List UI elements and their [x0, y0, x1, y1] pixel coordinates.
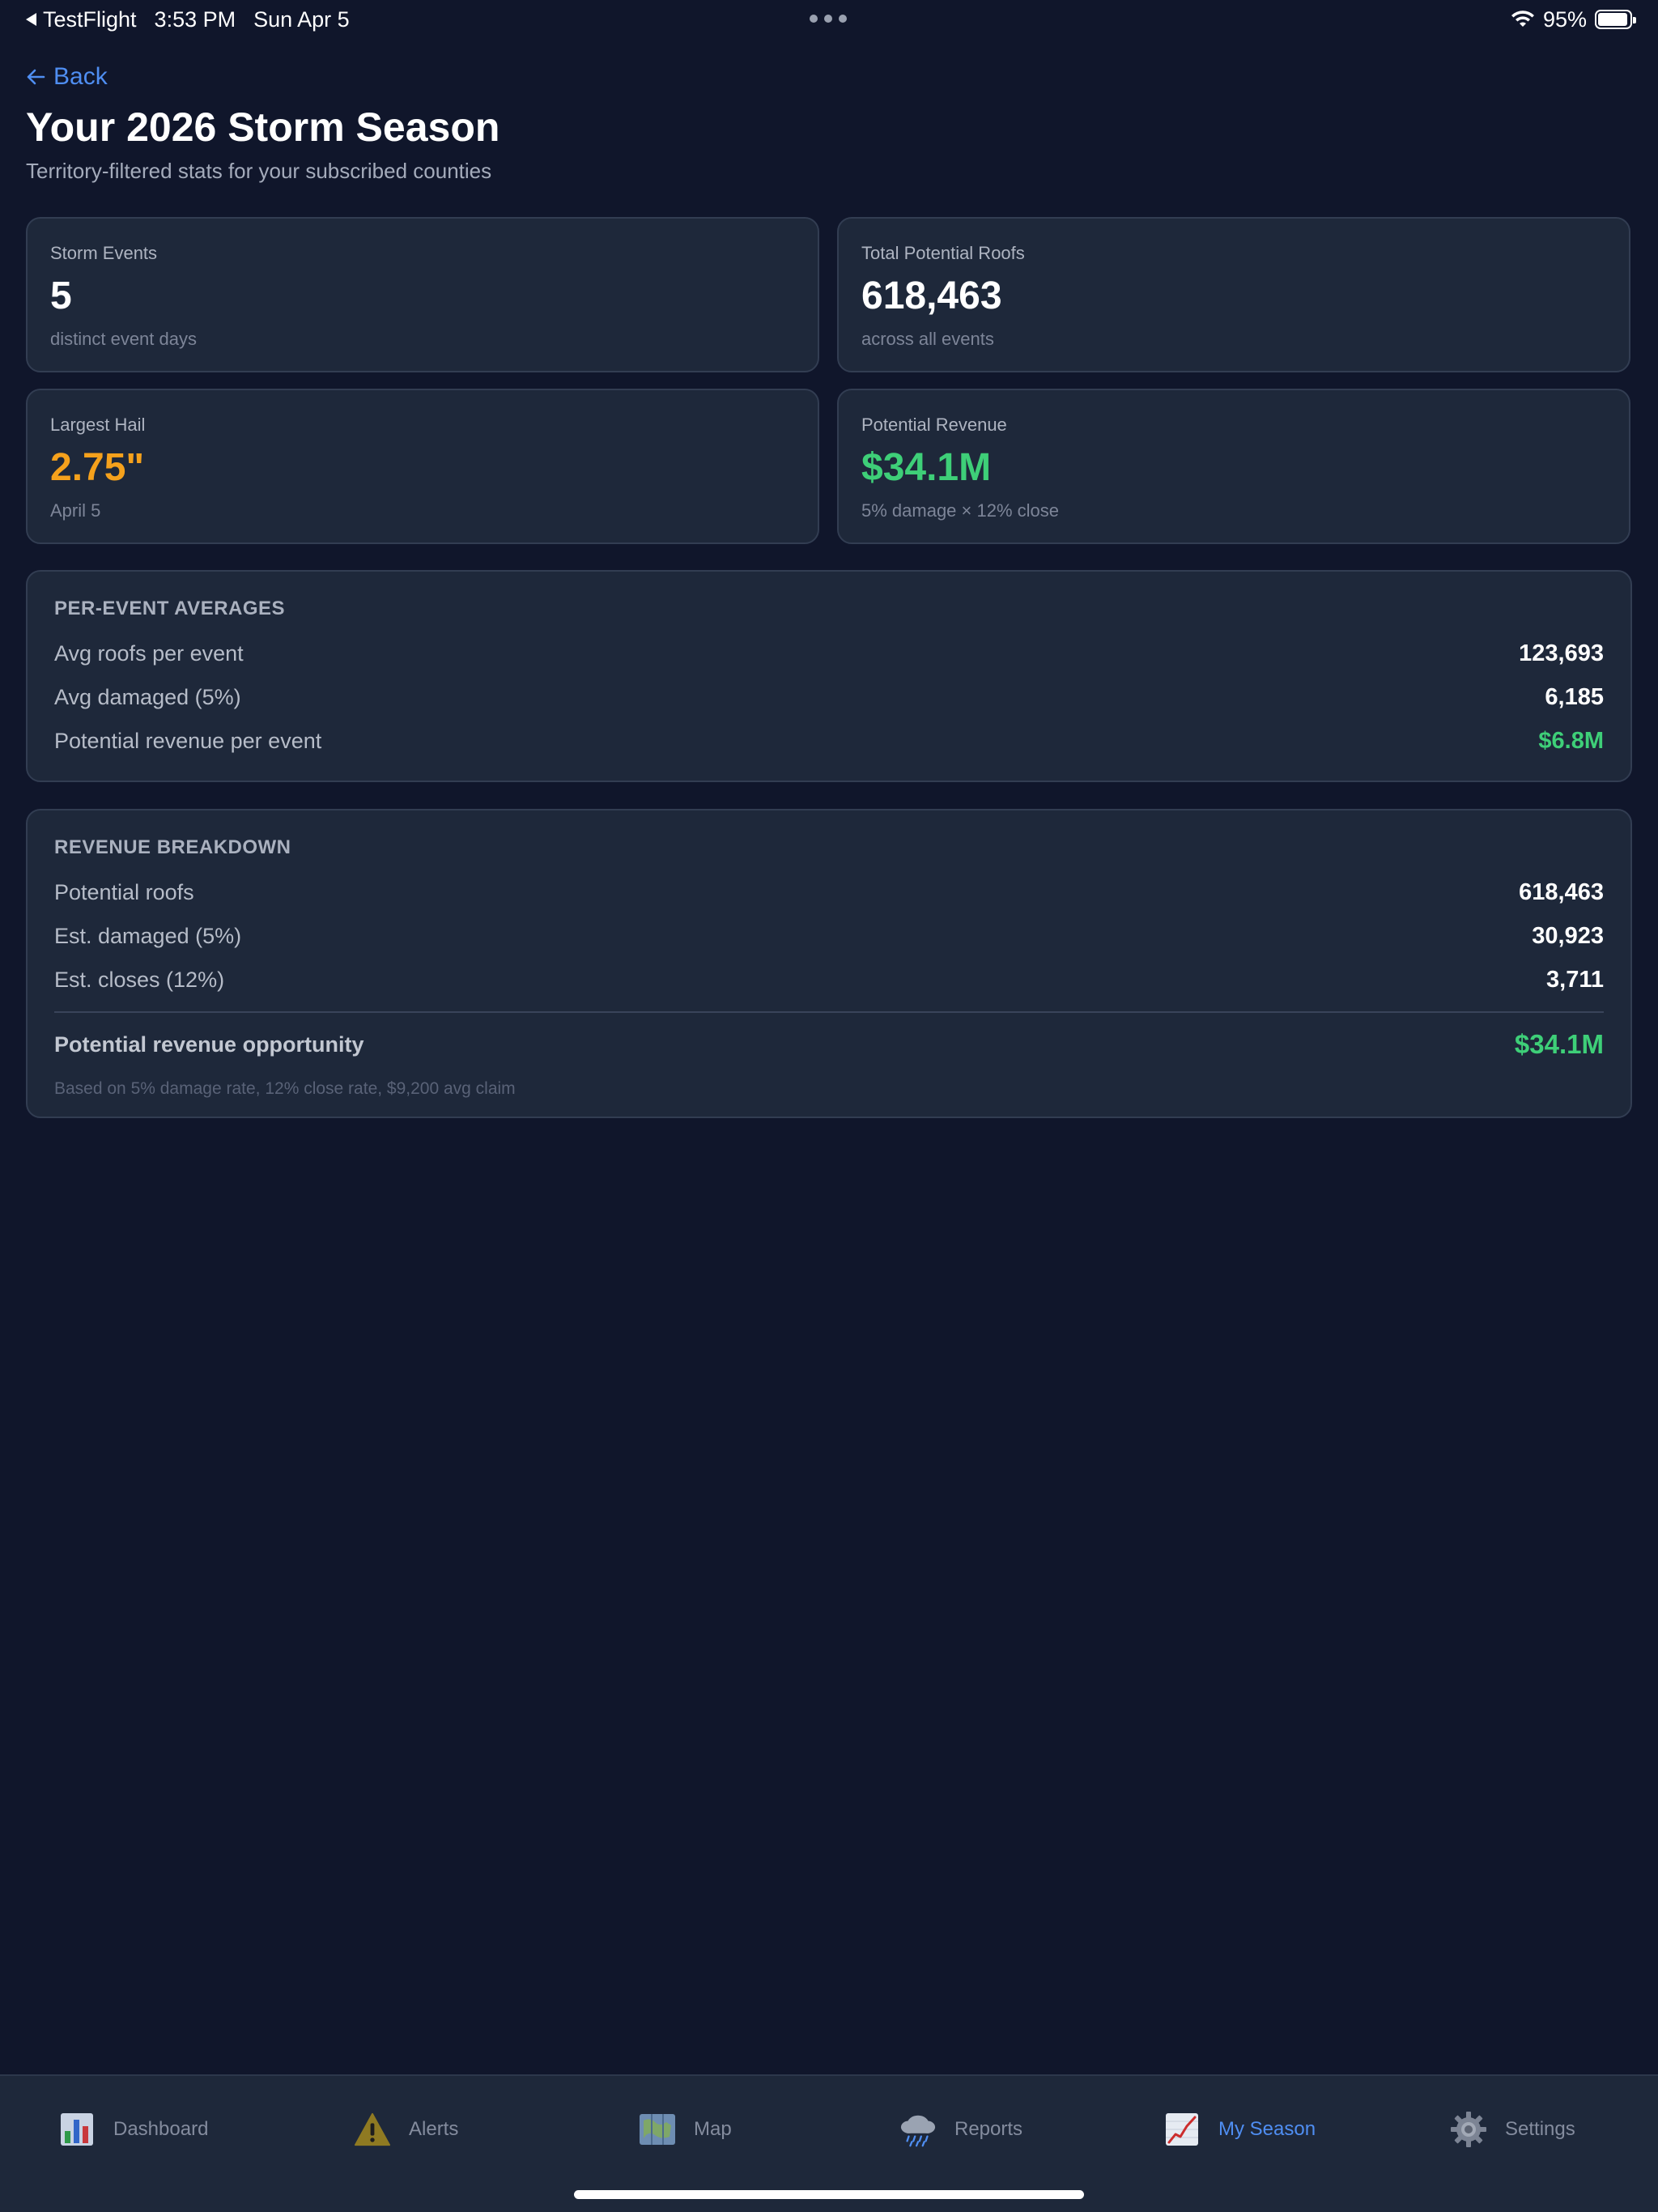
row-label: Est. closes (12%): [54, 967, 225, 992]
row-label: Est. damaged (5%): [54, 923, 242, 948]
total-label: Potential revenue opportunity: [54, 1032, 364, 1057]
tab-label: My Season: [1218, 2118, 1316, 2140]
row-label: Potential roofs: [54, 879, 194, 904]
gear-icon: [1450, 2111, 1487, 2148]
panel-heading: PER-EVENT AVERAGES: [54, 598, 286, 619]
row-label: Potential revenue per event: [54, 728, 322, 753]
status-left: TestFlight 3:53 PM Sun Apr 5: [26, 7, 350, 32]
status-right: 95%: [1511, 6, 1636, 32]
stat-note: 5% damage × 12% close: [861, 500, 1059, 521]
trend-chart-icon: [1163, 2111, 1201, 2148]
status-time: 3:53 PM: [154, 6, 236, 32]
panel-heading: REVENUE BREAKDOWN: [54, 836, 291, 858]
stat-card-total-roofs: Total Potential Roofs 618,463 across all…: [837, 217, 1630, 372]
list-item: Est. closes (12%) 3,711: [54, 958, 1604, 1002]
revenue-breakdown-panel: REVENUE BREAKDOWN Potential roofs 618,46…: [26, 809, 1632, 1118]
total-row: Potential revenue opportunity $34.1M: [54, 1024, 1604, 1065]
home-indicator[interactable]: [574, 2190, 1084, 2199]
back-label: Back: [53, 63, 108, 90]
tab-my-season[interactable]: My Season: [1163, 2107, 1316, 2152]
back-button[interactable]: Back: [26, 63, 108, 91]
stat-note: distinct event days: [50, 329, 197, 349]
row-label: Avg roofs per event: [54, 640, 244, 666]
tab-alerts[interactable]: Alerts: [354, 2107, 458, 2152]
stat-card-largest-hail: Largest Hail 2.75" April 5: [26, 389, 819, 544]
tab-label: Map: [694, 2118, 732, 2140]
row-value: 123,693: [1519, 640, 1604, 666]
status-app-name: TestFlight: [43, 6, 137, 32]
stat-card-potential-revenue: Potential Revenue $34.1M 5% damage × 12%…: [837, 389, 1630, 544]
tab-dashboard[interactable]: Dashboard: [58, 2107, 208, 2152]
arrow-left-icon: [27, 69, 45, 85]
row-value: $6.8M: [1538, 727, 1604, 754]
stat-value: $34.1M: [861, 446, 992, 489]
battery-percent: 95%: [1542, 6, 1587, 32]
battery-icon: [1595, 10, 1636, 29]
stat-value: 618,463: [861, 274, 1002, 317]
per-event-averages-panel: PER-EVENT AVERAGES Avg roofs per event 1…: [26, 570, 1632, 782]
list-item: Potential revenue per event $6.8M: [54, 719, 1604, 763]
stat-card-storm-events: Storm Events 5 distinct event days: [26, 217, 819, 372]
list-item: Potential roofs 618,463: [54, 870, 1604, 914]
stat-label: Total Potential Roofs: [861, 243, 1025, 263]
tab-settings[interactable]: Settings: [1450, 2107, 1575, 2152]
list-item: Est. damaged (5%) 30,923: [54, 914, 1604, 958]
stat-label: Potential Revenue: [861, 415, 1007, 435]
footnote: Based on 5% damage rate, 12% close rate,…: [54, 1079, 516, 1098]
tab-reports[interactable]: Reports: [899, 2107, 1022, 2152]
screen: TestFlight 3:53 PM Sun Apr 5 95% Back Yo…: [0, 0, 1658, 2212]
status-bar: TestFlight 3:53 PM Sun Apr 5 95%: [0, 0, 1658, 39]
tab-label: Alerts: [409, 2118, 459, 2140]
tab-map[interactable]: Map: [639, 2107, 732, 2152]
battery-fill: [1598, 13, 1628, 26]
list-item: Avg damaged (5%) 6,185: [54, 675, 1604, 719]
rain-cloud-icon: [899, 2111, 937, 2148]
page-title: Your 2026 Storm Season: [26, 104, 500, 150]
tab-label: Reports: [954, 2118, 1023, 2140]
stat-note: April 5: [50, 500, 101, 521]
warning-icon: [354, 2111, 391, 2148]
stat-note: across all events: [861, 329, 994, 349]
list-item: Avg roofs per event 123,693: [54, 632, 1604, 675]
status-date: Sun Apr 5: [253, 6, 350, 32]
wifi-icon: [1511, 11, 1534, 27]
tab-label: Settings: [1505, 2118, 1575, 2140]
tab-label: Dashboard: [113, 2118, 209, 2140]
map-icon: [639, 2111, 676, 2148]
back-to-app-button[interactable]: TestFlight: [26, 7, 137, 32]
row-value: 618,463: [1519, 878, 1604, 905]
bar-chart-icon: [58, 2111, 96, 2148]
stat-value: 5: [50, 274, 72, 317]
stat-label: Largest Hail: [50, 415, 146, 435]
row-label: Avg damaged (5%): [54, 684, 241, 709]
row-value: 30,923: [1532, 922, 1604, 949]
row-value: 6,185: [1545, 683, 1604, 710]
back-arrow-icon: [26, 13, 36, 26]
multitasking-dots-icon[interactable]: [810, 15, 847, 23]
total-value: $34.1M: [1514, 1029, 1604, 1059]
row-value: 3,711: [1546, 966, 1604, 993]
stat-value: 2.75": [50, 446, 145, 489]
divider: [54, 1011, 1604, 1013]
page-subtitle: Territory-filtered stats for your subscr…: [26, 159, 492, 183]
stat-label: Storm Events: [50, 243, 158, 263]
